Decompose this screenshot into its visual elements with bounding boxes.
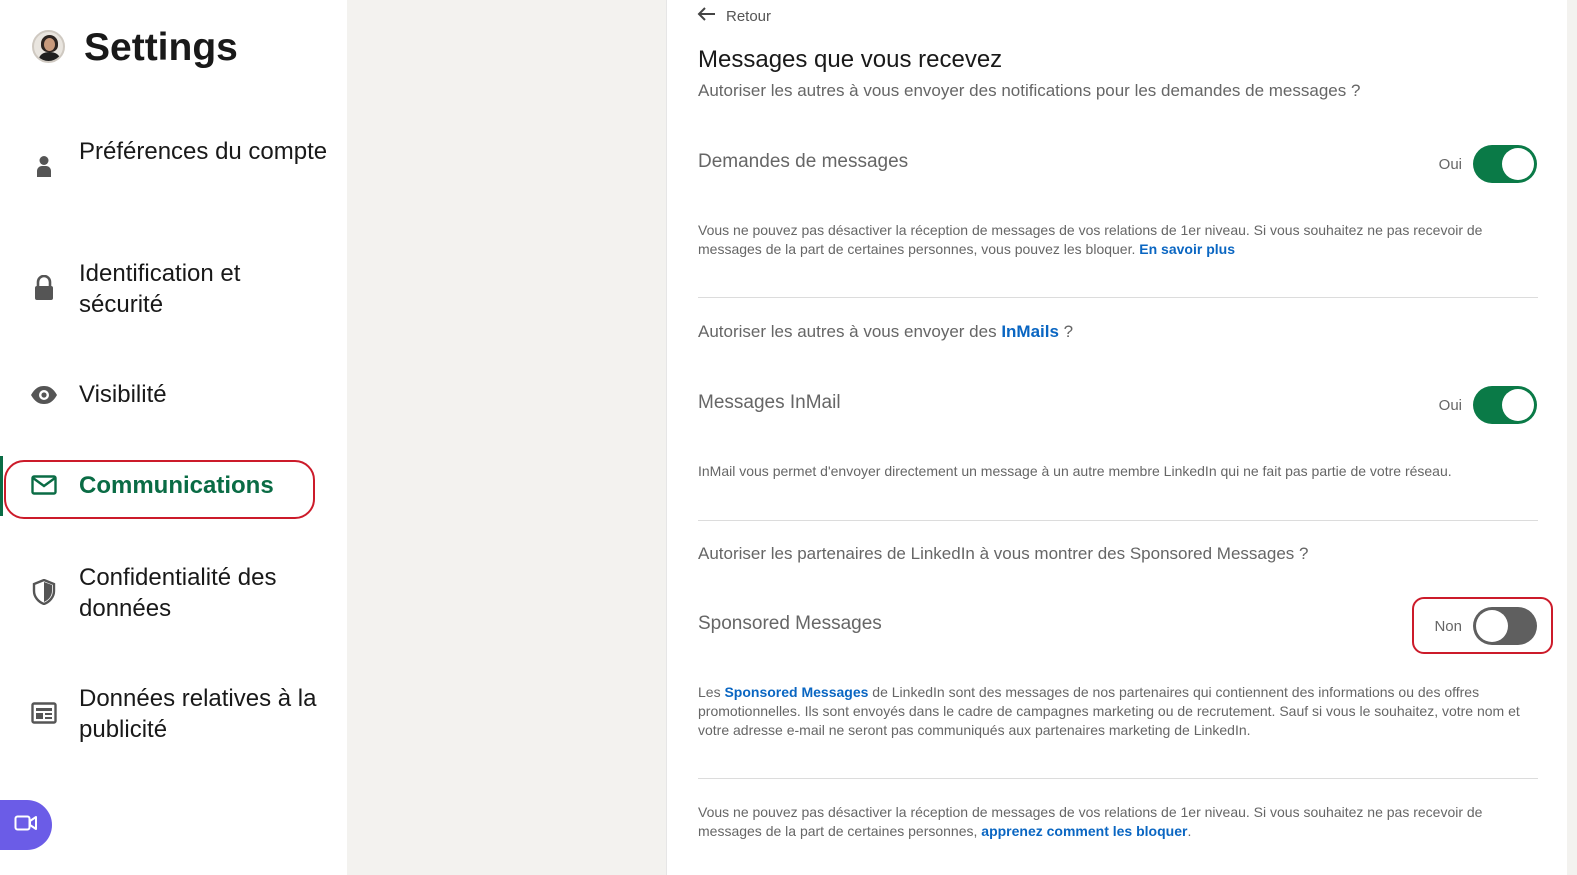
inmail-setting: Oui [1439, 386, 1537, 424]
message-requests-question: Autoriser les autres à vous envoyer des … [698, 81, 1361, 100]
divider [698, 778, 1538, 779]
sponsored-messages-description: Les Sponsored Messages de LinkedIn sont … [698, 684, 1520, 738]
inmail-label: Messages InMail [698, 392, 841, 413]
back-label: Retour [726, 7, 772, 25]
message-requests-label: Demandes de messages [698, 151, 909, 172]
inmail-toggle[interactable] [1473, 386, 1537, 424]
back-link[interactable]: Retour [697, 6, 771, 26]
sidebar-item-label: Confidentialité des données [79, 564, 277, 622]
sidebar-item-advertising-data[interactable]: Données relatives à la publicité [0, 683, 347, 745]
sidebar-item-label: Identification et sécurité [79, 260, 241, 318]
sidebar-item-sign-in-security[interactable]: Identification et sécurité [0, 258, 347, 320]
message-requests-toggle[interactable] [1473, 145, 1537, 183]
inmails-link[interactable]: InMails [1001, 322, 1059, 341]
inmail-question: Autoriser les autres à vous envoyer des … [698, 322, 1074, 341]
sponsored-toggle-highlight [1412, 597, 1553, 654]
arrow-left-icon [697, 6, 716, 26]
toggle-state-label: Oui [1438, 396, 1462, 414]
divider [698, 520, 1538, 521]
message-requests-description: Vous ne pouvez pas désactiver la récepti… [698, 222, 1483, 257]
sidebar-item-label: Données relatives à la publicité [79, 685, 317, 743]
settings-header: Settings [32, 26, 238, 69]
settings-title: Settings [84, 26, 238, 69]
sidebar-item-label: Préférences du compte [79, 138, 328, 165]
inmail-description: InMail vous permet d'envoyer directement… [698, 463, 1452, 479]
ad-icon [30, 699, 58, 727]
communications-highlight [4, 460, 315, 519]
avatar[interactable] [32, 30, 65, 63]
video-call-button[interactable] [0, 800, 52, 850]
toggle-state-label: Oui [1438, 155, 1462, 173]
learn-more-link[interactable]: En savoir plus [1139, 241, 1235, 257]
shield-icon [30, 578, 58, 606]
divider [698, 297, 1538, 298]
video-camera-icon [14, 815, 38, 836]
sidebar-item-data-privacy[interactable]: Confidentialité des données [0, 562, 347, 624]
settings-sidebar: Settings Préférences du compte Identific… [0, 0, 347, 875]
eye-icon [30, 381, 58, 409]
page-title: Messages que vous recevez [698, 46, 1003, 73]
message-requests-setting: Oui [1439, 145, 1537, 183]
sidebar-item-visibility[interactable]: Visibilité [0, 379, 347, 410]
block-info-link[interactable]: apprenez comment les bloquer [981, 823, 1187, 839]
messages-settings-card: Retour Messages que vous recevez Autoris… [666, 0, 1567, 875]
sidebar-item-label: Visibilité [79, 381, 167, 408]
footer-note: Vous ne pouvez pas désactiver la récepti… [698, 804, 1483, 839]
lock-icon [30, 274, 58, 302]
person-icon [30, 152, 58, 180]
sidebar-item-account-preferences[interactable]: Préférences du compte [0, 136, 347, 198]
sponsored-messages-question: Autoriser les partenaires de LinkedIn à … [698, 544, 1309, 563]
sponsored-messages-label: Sponsored Messages [698, 613, 882, 634]
sponsored-messages-link[interactable]: Sponsored Messages [724, 684, 868, 700]
